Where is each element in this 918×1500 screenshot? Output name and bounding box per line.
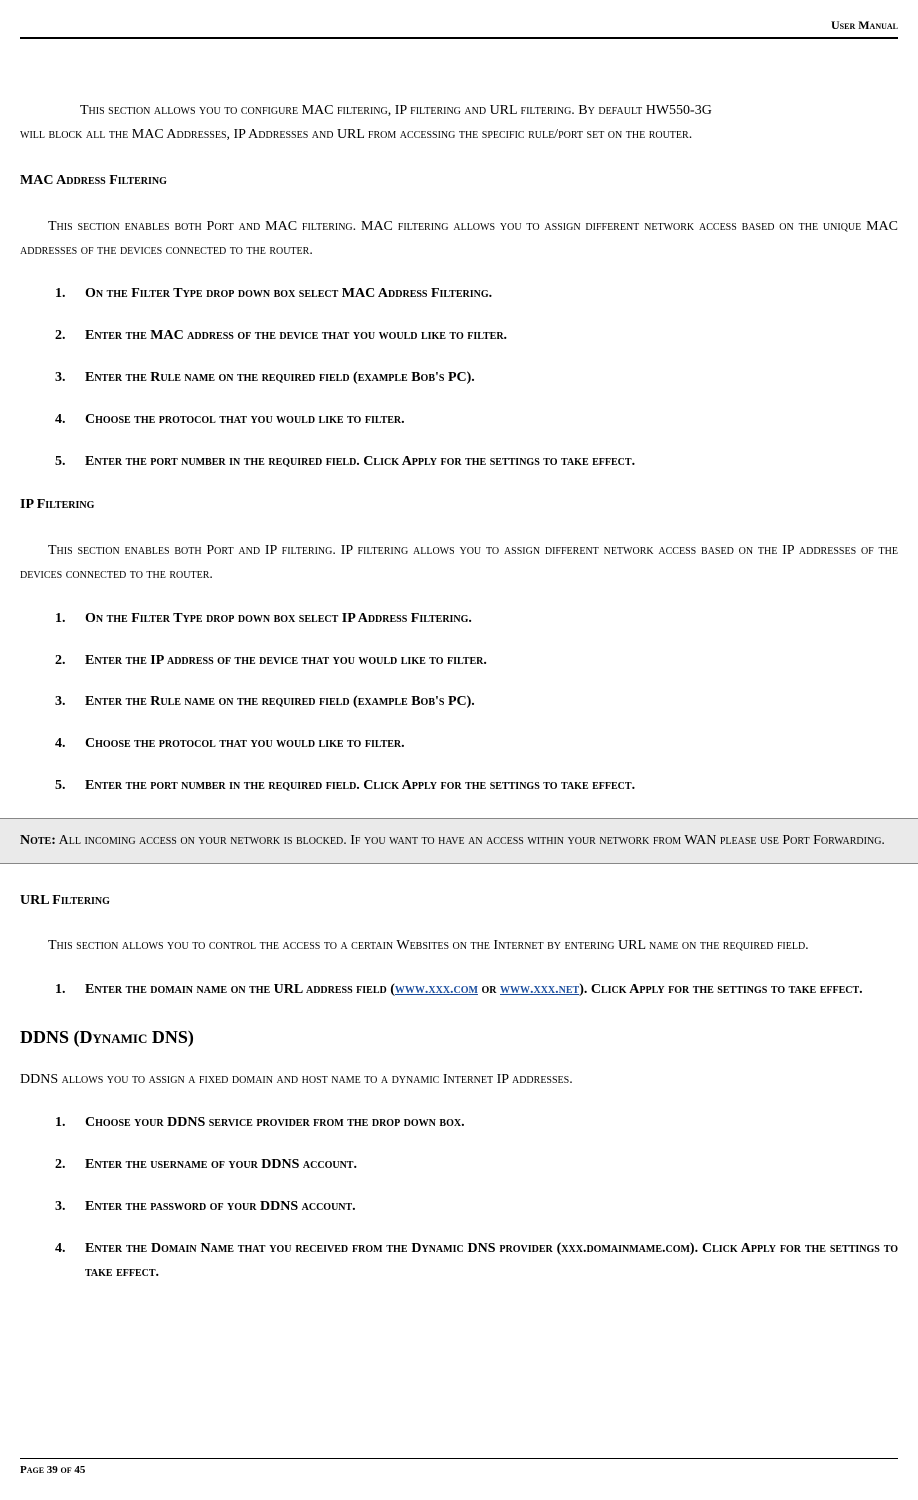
list-text: On the Filter Type drop down box select …	[85, 282, 898, 306]
footer: Page 39 of 45	[20, 1458, 898, 1480]
list-num: 4.	[55, 408, 85, 432]
list-text: Enter the MAC address of the device that…	[85, 324, 898, 348]
list-num: 1.	[55, 1111, 85, 1135]
ip-filtering-title: IP Filtering	[20, 493, 898, 517]
url-link-2[interactable]: www.xxx.net	[500, 982, 579, 997]
list-num: 4.	[55, 1237, 85, 1285]
header-divider	[20, 37, 898, 39]
ip-filtering-desc: This section enables both Port and IP fi…	[20, 539, 898, 587]
list-num: 5.	[55, 774, 85, 798]
list-item: 2.Enter the MAC address of the device th…	[55, 324, 898, 348]
note-text: All incoming access on your network is b…	[56, 833, 885, 848]
url-link-1[interactable]: www.xxx.com	[395, 982, 478, 997]
list-text: Enter the password of your DDNS account.	[85, 1195, 898, 1219]
list-text: Enter the username of your DDNS account.	[85, 1153, 898, 1177]
list-item: 5.Enter the port number in the required …	[55, 450, 898, 474]
ddns-desc: DDNS allows you to assign a fixed domain…	[20, 1068, 898, 1092]
url-filtering-desc: This section allows you to control the a…	[20, 934, 898, 958]
list-num: 1.	[55, 978, 85, 1002]
list-text: Enter the port number in the required fi…	[85, 450, 898, 474]
url-text-mid: or	[478, 982, 500, 997]
list-item: 3.Enter the Rule name on the required fi…	[55, 366, 898, 390]
list-num: 1.	[55, 607, 85, 631]
note-block: Note: All incoming access on your networ…	[0, 818, 918, 864]
list-item: 2.Enter the username of your DDNS accoun…	[55, 1153, 898, 1177]
list-num: 3.	[55, 690, 85, 714]
ip-filtering-list: 1.On the Filter Type drop down box selec…	[55, 607, 898, 798]
list-item: 4.Choose the protocol that you would lik…	[55, 732, 898, 756]
ddns-heading: DDNS (Dynamic DNS)	[20, 1022, 898, 1053]
list-num: 5.	[55, 450, 85, 474]
list-item: 1.On the Filter Type drop down box selec…	[55, 282, 898, 306]
intro-line2: will block all the MAC Addresses, IP Add…	[20, 123, 898, 147]
list-text: Enter the domain name on the URL address…	[85, 978, 898, 1002]
header-title: User Manual	[20, 15, 898, 37]
page-number: Page 39 of 45	[20, 1461, 898, 1480]
list-num: 2.	[55, 1153, 85, 1177]
list-item: 1.On the Filter Type drop down box selec…	[55, 607, 898, 631]
header: User Manual	[20, 15, 898, 39]
list-text: Enter the IP address of the device that …	[85, 649, 898, 673]
list-item: 3.Enter the Rule name on the required fi…	[55, 690, 898, 714]
mac-filtering-title: MAC Address Filtering	[20, 169, 898, 193]
list-text: Choose the protocol that you would like …	[85, 408, 898, 432]
list-num: 3.	[55, 1195, 85, 1219]
list-item: 4.Choose the protocol that you would lik…	[55, 408, 898, 432]
list-text: Enter the Rule name on the required fiel…	[85, 690, 898, 714]
list-num: 1.	[55, 282, 85, 306]
ddns-list: 1.Choose your DDNS service provider from…	[55, 1111, 898, 1284]
list-num: 3.	[55, 366, 85, 390]
url-text-pre: Enter the domain name on the URL address…	[85, 982, 395, 997]
list-text: On the Filter Type drop down box select …	[85, 607, 898, 631]
url-filtering-list: 1. Enter the domain name on the URL addr…	[55, 978, 898, 1002]
list-item: 5.Enter the port number in the required …	[55, 774, 898, 798]
list-num: 2.	[55, 324, 85, 348]
intro-paragraph: This section allows you to configure MAC…	[20, 99, 898, 147]
content-body: This section allows you to configure MAC…	[20, 99, 898, 1428]
list-item: 3.Enter the password of your DDNS accoun…	[55, 1195, 898, 1219]
url-text-post: ). Click Apply for the settings to take …	[579, 982, 862, 997]
list-item: 1. Enter the domain name on the URL addr…	[55, 978, 898, 1002]
mac-filtering-desc: This section enables both Port and MAC f…	[20, 215, 898, 263]
list-text: Choose your DDNS service provider from t…	[85, 1111, 898, 1135]
list-text: Enter the Rule name on the required fiel…	[85, 366, 898, 390]
list-num: 2.	[55, 649, 85, 673]
intro-line1: This section allows you to configure MAC…	[20, 99, 898, 123]
list-item: 2.Enter the IP address of the device tha…	[55, 649, 898, 673]
list-text: Enter the port number in the required fi…	[85, 774, 898, 798]
url-filtering-title: URL Filtering	[20, 889, 898, 913]
list-num: 4.	[55, 732, 85, 756]
mac-filtering-list: 1.On the Filter Type drop down box selec…	[55, 282, 898, 473]
list-item: 4.Enter the Domain Name that you receive…	[55, 1237, 898, 1285]
list-text: Enter the Domain Name that you received …	[85, 1237, 898, 1285]
list-text: Choose the protocol that you would like …	[85, 732, 898, 756]
note-label: Note:	[20, 833, 56, 848]
list-item: 1.Choose your DDNS service provider from…	[55, 1111, 898, 1135]
